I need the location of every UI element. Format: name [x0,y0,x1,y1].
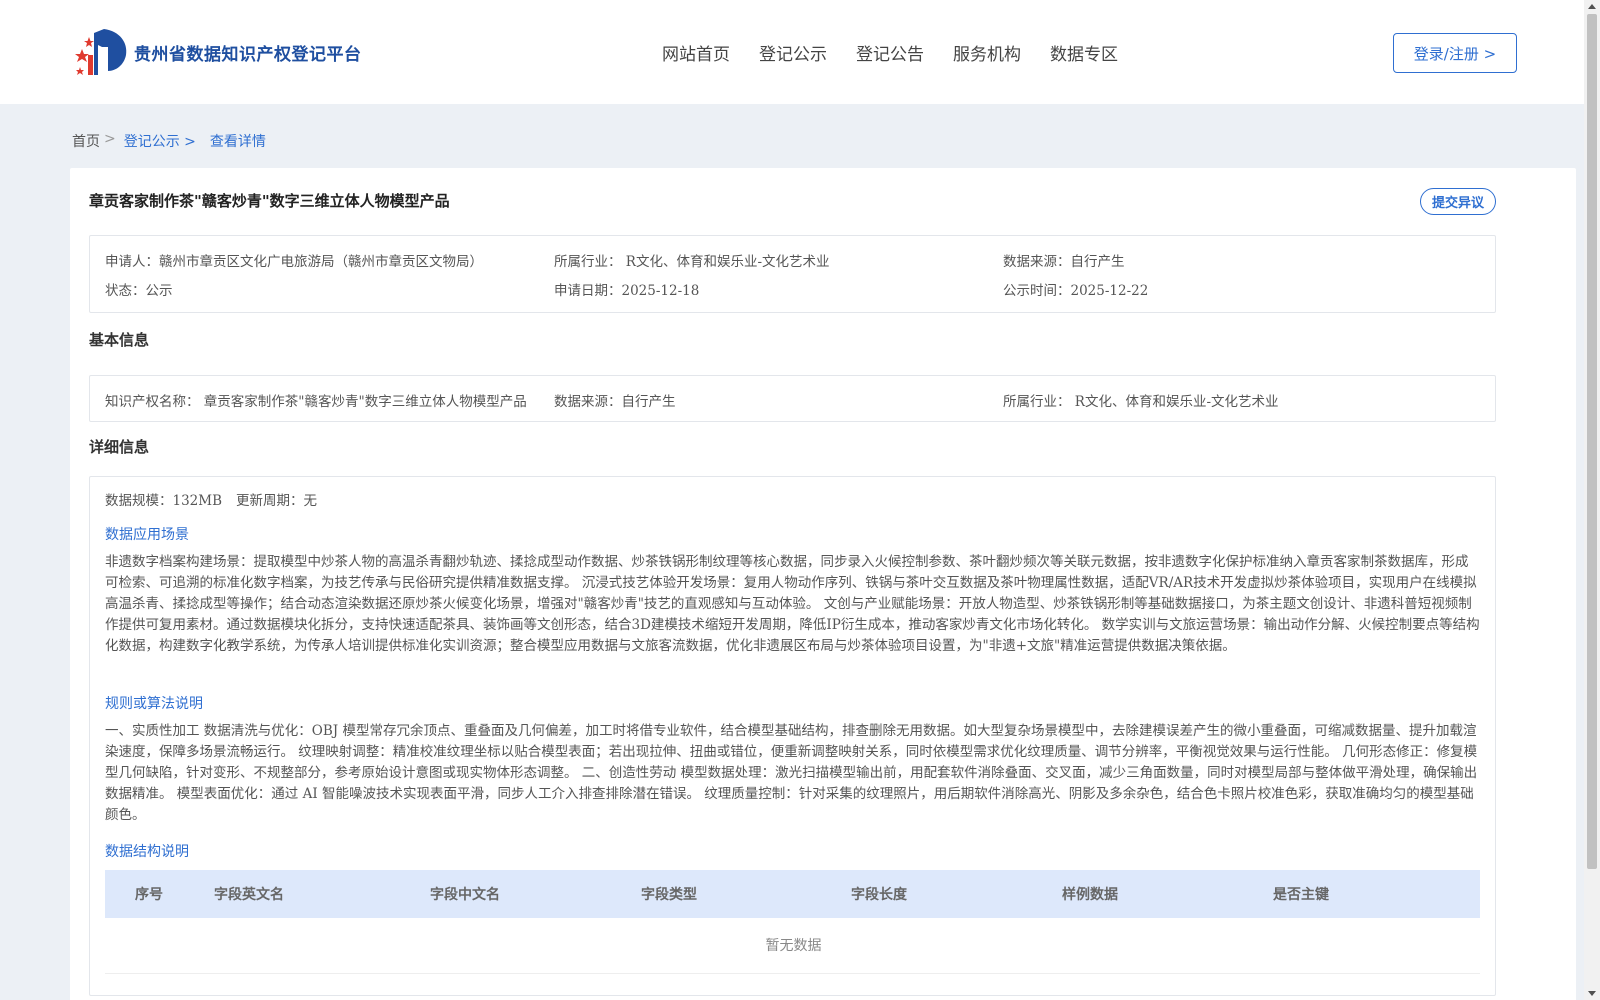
industry: 所属行业： R文化、体育和娱乐业-文化艺术业 [554,254,830,270]
apply-date: 申请日期：2025-12-18 [554,283,700,299]
logo-icon [75,29,127,75]
main-nav: 网站首页 登记公示 登记公告 服务机构 数据专区 [662,40,1147,65]
ip-name: 知识产权名称： 章贡客家制作茶"赣客炒青"数字三维立体人物模型产品 [105,394,527,410]
update-cycle: 更新周期：无 [236,493,317,509]
site-name: 贵州省数据知识产权登记平台 [134,44,362,65]
rules-text: 一、实质性加工 数据清洗与优化：OBJ 模型常存冗余顶点、重叠面及几何偏差，加工… [105,723,1478,823]
basic-info-box: 知识产权名称： 章贡客家制作茶"赣客炒青"数字三维立体人物模型产品 数据来源：自… [89,375,1496,422]
scenario-text: 非遗数字档案构建场景：提取模型中炒茶人物的高温杀青翻炒轨迹、揉捻成型动作数据、炒… [105,554,1480,654]
page-title: 章贡客家制作茶"赣客炒青"数字三维立体人物模型产品 [89,192,450,210]
breadcrumb-publicity[interactable]: 登记公示 > [124,131,196,151]
structure-title: 数据结构说明 [105,844,189,860]
detail-info-title: 详细信息 [89,438,150,456]
submit-objection-button[interactable]: 提交异议 [1420,188,1496,215]
scroll-up-arrow-icon[interactable] [1588,4,1596,9]
col-primary-key: 是否主键 [1273,887,1329,903]
site-logo[interactable]: 贵州省数据知识产权登记平台 [72,27,362,77]
col-type: 字段类型 [641,887,697,903]
basic-industry: 所属行业： R文化、体育和娱乐业-文化艺术业 [1003,394,1279,410]
col-chinese-name: 字段中文名 [430,887,500,903]
table-divider [105,973,1480,974]
basic-info-title: 基本信息 [89,331,150,349]
scenario-title: 数据应用场景 [105,527,189,543]
col-sample: 样例数据 [1062,887,1118,903]
publish-date: 公示时间：2025-12-22 [1003,283,1149,299]
table-empty-text: 暂无数据 [765,938,822,954]
col-index: 序号 [135,887,163,903]
nav-home[interactable]: 网站首页 [662,40,730,65]
data-scale: 数据规模：132MB [105,493,223,509]
breadcrumb-current: 查看详情 [209,134,266,150]
detail-card: 章贡客家制作茶"赣客炒青"数字三维立体人物模型产品 提交异议 申请人：赣州市章贡… [70,168,1576,1000]
breadcrumb-separator: > [104,131,116,147]
status: 状态：公示 [105,283,173,299]
nav-service-agencies[interactable]: 服务机构 [953,40,1021,65]
nav-registration-announcement[interactable]: 登记公告 [856,40,924,65]
data-source: 数据来源：自行产生 [1003,254,1125,270]
nav-data-zone[interactable]: 数据专区 [1050,40,1118,65]
rules-title: 规则或算法说明 [105,696,203,712]
col-length: 字段长度 [851,887,907,903]
scroll-down-arrow-icon[interactable] [1588,991,1596,996]
scroll-thumb[interactable] [1587,14,1597,869]
basic-data-source: 数据来源：自行产生 [554,394,676,410]
breadcrumb: 首页 > 登记公示 > 查看详情 [72,131,266,151]
breadcrumb-home[interactable]: 首页 [72,131,100,151]
summary-box: 申请人：赣州市章贡区文化广电旅游局（赣州市章贡区文物局） 所属行业： R文化、体… [89,235,1496,313]
login-register-button[interactable]: 登录/注册 > [1393,33,1517,73]
col-english-name: 字段英文名 [214,887,284,903]
structure-table-header: 序号 字段英文名 字段中文名 字段类型 字段长度 样例数据 是否主键 [105,870,1480,918]
site-header: 贵州省数据知识产权登记平台 网站首页 登记公示 登记公告 服务机构 数据专区 登… [0,0,1584,104]
nav-registration-publicity[interactable]: 登记公示 [759,40,827,65]
page-scrollbar[interactable] [1584,0,1600,1000]
detail-info-box: 数据规模：132MB 更新周期：无 数据应用场景 非遗数字档案构建场景：提取模型… [89,476,1496,996]
applicant: 申请人：赣州市章贡区文化广电旅游局（赣州市章贡区文物局） [105,254,483,270]
